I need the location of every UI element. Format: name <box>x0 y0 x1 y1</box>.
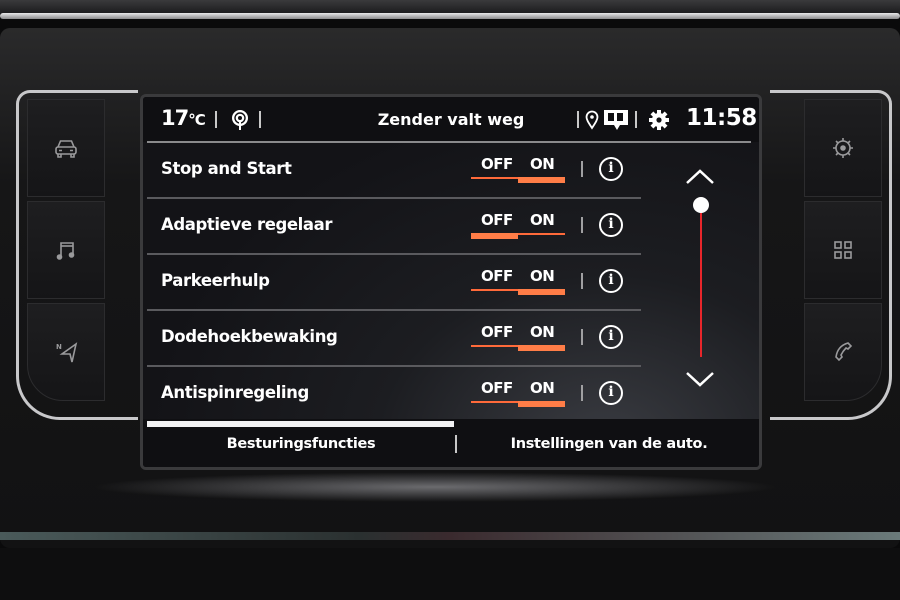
navigation-button[interactable]: N <box>27 303 105 401</box>
message-icon[interactable] <box>603 108 629 132</box>
toggle-on-option[interactable]: ON <box>530 379 555 397</box>
scroll-up-icon[interactable] <box>685 167 715 187</box>
settings-icon <box>833 138 853 158</box>
setting-row: Dodehoekbewaking OFF ON i <box>147 311 641 367</box>
light-reflection <box>90 472 780 502</box>
left-button-panel: N <box>16 90 138 420</box>
info-icon[interactable]: i <box>599 213 623 237</box>
setting-label: Parkeerhulp <box>161 271 270 290</box>
status-bar: 17°C Zender valt weg 11:58 <box>143 97 759 142</box>
setting-row: Adaptieve regelaar OFF ON i <box>147 199 641 255</box>
on-off-toggle[interactable]: OFF ON <box>471 379 567 409</box>
on-off-toggle[interactable]: OFF ON <box>471 155 567 185</box>
phone-icon <box>835 342 853 362</box>
setting-row: Antispinregeling OFF ON i <box>147 367 641 423</box>
info-icon[interactable]: i <box>599 325 623 349</box>
toggle-thumb <box>518 289 565 295</box>
active-tab-indicator <box>147 421 454 427</box>
row-separator <box>581 217 583 233</box>
settings-button[interactable] <box>804 99 882 197</box>
settings-list: Stop and Start OFF ON i Adaptieve regelaa… <box>147 143 641 423</box>
chrome-trim-bottom <box>0 532 900 540</box>
scroll-down-icon[interactable] <box>685 369 715 389</box>
toggle-on-option[interactable]: ON <box>530 267 555 285</box>
toggle-thumb <box>471 233 518 239</box>
chrome-trim-top <box>0 13 900 19</box>
tab-instellingen-van-de-auto[interactable]: Instellingen van de auto. <box>455 436 759 452</box>
toggle-on-option[interactable]: ON <box>530 155 555 173</box>
row-separator <box>581 273 583 289</box>
car-icon <box>55 140 77 158</box>
row-separator <box>581 161 583 177</box>
setting-label: Stop and Start <box>161 159 292 178</box>
music-note-icon <box>56 242 75 260</box>
row-separator <box>581 385 583 401</box>
info-icon[interactable]: i <box>599 269 623 293</box>
dashboard-top <box>0 0 900 14</box>
setting-label: Adaptieve regelaar <box>161 215 333 234</box>
on-off-toggle[interactable]: OFF ON <box>471 211 567 241</box>
toggle-on-option[interactable]: ON <box>530 323 555 341</box>
setting-row: Stop and Start OFF ON i <box>147 143 641 199</box>
location-pin-icon[interactable] <box>585 110 599 130</box>
toggle-off-option[interactable]: OFF <box>481 155 513 173</box>
scroll-thumb[interactable] <box>693 197 709 213</box>
phone-button[interactable] <box>804 303 882 401</box>
info-icon[interactable]: i <box>599 381 623 405</box>
screen-background: 17°C Zender valt weg 11:58 Stop and Star… <box>143 97 759 467</box>
setting-row: Parkeerhulp OFF ON i <box>147 255 641 311</box>
status-separator <box>577 111 579 128</box>
setting-label: Dodehoekbewaking <box>161 327 338 346</box>
settings-gear-icon[interactable] <box>648 109 670 131</box>
dashboard-fabric <box>0 548 900 600</box>
right-button-panel <box>770 90 892 420</box>
infotainment-screen: 17°C Zender valt weg 11:58 Stop and Star… <box>140 94 762 470</box>
toggle-off-option[interactable]: OFF <box>481 379 513 397</box>
clock: 11:58 <box>686 105 757 131</box>
toggle-off-option[interactable]: OFF <box>481 267 513 285</box>
navigation-icon: N <box>56 342 78 363</box>
toggle-off-option[interactable]: OFF <box>481 211 513 229</box>
on-off-toggle[interactable]: OFF ON <box>471 323 567 353</box>
status-separator <box>635 111 637 128</box>
car-button[interactable] <box>27 99 105 197</box>
setting-label: Antispinregeling <box>161 383 309 402</box>
tab-besturingsfuncties[interactable]: Besturingsfuncties <box>147 436 455 452</box>
row-separator <box>581 329 583 345</box>
on-off-toggle[interactable]: OFF ON <box>471 267 567 297</box>
scroll-track[interactable] <box>700 207 702 357</box>
bottom-tab-bar: Besturingsfuncties Instellingen van de a… <box>143 419 759 467</box>
media-button[interactable] <box>27 201 105 299</box>
toggle-thumb <box>518 345 565 351</box>
toggle-thumb <box>518 401 565 407</box>
toggle-off-option[interactable]: OFF <box>481 323 513 341</box>
toggle-on-option[interactable]: ON <box>530 211 555 229</box>
svg-text:N: N <box>56 343 62 351</box>
scrollbar[interactable] <box>671 167 731 397</box>
toggle-thumb <box>518 177 565 183</box>
info-icon[interactable]: i <box>599 157 623 181</box>
apps-button[interactable] <box>804 201 882 299</box>
apps-grid-icon <box>834 241 852 259</box>
